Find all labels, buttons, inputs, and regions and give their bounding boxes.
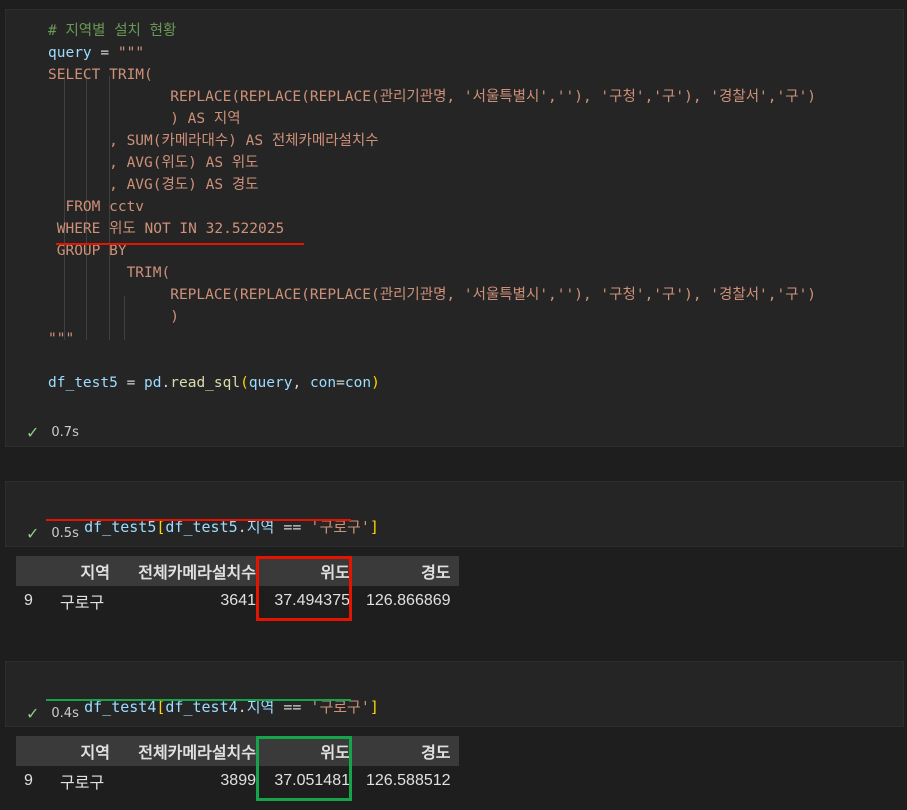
code-token: pd (144, 375, 162, 391)
code-token: df_test5 (48, 375, 118, 391)
column-header: 경도 (358, 556, 459, 586)
code-line: # 지역별 설치 현황 (48, 20, 816, 42)
count-cell: 3899 (220, 772, 256, 789)
code-token: = (91, 45, 118, 61)
column-header (16, 736, 52, 766)
code-token: """ (48, 331, 75, 347)
cell-status: ✓ 0.4s (26, 704, 79, 723)
code-token: TRIM( (48, 265, 171, 281)
code-line: ) AS 지역 (48, 108, 816, 130)
execution-time: 0.5s (51, 526, 79, 541)
code-token: """ (117, 45, 145, 61)
check-icon: ✓ (26, 423, 40, 442)
code-line: , SUM(카메라대수) AS 전체카메라설치수 (48, 130, 816, 152)
code-token: read_sql (170, 375, 241, 391)
dataframe-output: 지역 전체카메라설치수 위도 경도 9 구로구 3899 37.051481 1… (16, 736, 459, 796)
code-token: SELECT TRIM( (48, 67, 153, 83)
code-token: REPLACE(REPLACE(REPLACE(관리기관명, '서울특별시','… (48, 287, 817, 303)
code-token: ] (369, 698, 379, 716)
lng-cell: 126.866869 (366, 592, 451, 609)
table-header-row: 지역 전체카메라설치수 위도 경도 (16, 556, 459, 586)
red-highlight-box (256, 556, 352, 621)
code-line: query = """ (48, 42, 816, 64)
code-cell-1[interactable]: # 지역별 설치 현황 query = """ SELECT TRIM( REPLA… (5, 9, 904, 447)
red-underline (46, 519, 351, 521)
code-editor[interactable]: df_test4[df_test4.지역 == '구로구'] (48, 674, 379, 740)
row-index: 9 (24, 772, 33, 789)
code-token: = (117, 375, 145, 391)
check-icon: ✓ (26, 524, 40, 543)
code-token: FROM cctv (48, 199, 145, 215)
code-token: = (336, 375, 345, 391)
code-line: ) (48, 306, 816, 328)
code-token: ) (371, 375, 380, 391)
column-header: 전체카메라설치수 (118, 736, 264, 766)
region-cell: 구로구 (60, 775, 105, 792)
code-token: ) (48, 309, 179, 325)
code-token: con (344, 375, 372, 391)
code-line: , AVG(경도) AS 경도 (48, 174, 816, 196)
code-token: con (309, 375, 337, 391)
code-cell-2[interactable]: df_test5[df_test5.지역 == '구로구'] ✓ 0.5s (5, 481, 904, 547)
code-line: , AVG(위도) AS 위도 (48, 152, 816, 174)
code-cell-3[interactable]: df_test4[df_test4.지역 == '구로구'] ✓ 0.4s (5, 661, 904, 727)
column-header: 전체카메라설치수 (118, 556, 264, 586)
code-line: WHERE 위도 NOT IN 32.522025 (48, 218, 816, 240)
code-token: WHERE 위도 NOT IN 32.522025 (48, 221, 285, 237)
table-row: 9 구로구 3899 37.051481 126.588512 (16, 766, 459, 796)
table-row: 9 구로구 3641 37.494375 126.866869 (16, 586, 459, 616)
code-token: GROUP BY (48, 243, 127, 259)
check-icon: ✓ (26, 704, 40, 723)
region-cell: 구로구 (60, 595, 105, 612)
code-editor[interactable]: df_test5[df_test5.지역 == '구로구'] (48, 494, 379, 560)
code-line: REPLACE(REPLACE(REPLACE(관리기관명, '서울특별시','… (48, 284, 816, 306)
execution-time: 0.7s (51, 425, 79, 440)
code-token: # 지역별 설치 현황 (48, 23, 177, 39)
code-token: , AVG(경도) AS 경도 (48, 177, 259, 193)
count-cell: 3641 (220, 592, 256, 609)
red-underline (56, 243, 304, 245)
code-token: , SUM(카메라대수) AS 전체카메라설치수 (48, 133, 379, 149)
code-line: TRIM( (48, 262, 816, 284)
code-token: ] (369, 518, 379, 536)
code-token: ( (240, 375, 249, 391)
code-token: query (248, 375, 293, 391)
code-editor[interactable]: # 지역별 설치 현황 query = """ SELECT TRIM( REPLA… (48, 20, 816, 394)
code-token: ) AS 지역 (48, 111, 241, 127)
code-line: FROM cctv (48, 196, 816, 218)
code-line: SELECT TRIM( (48, 64, 816, 86)
code-line: df_test5 = pd.read_sql(query, con=con) (48, 372, 816, 394)
column-header: 지역 (52, 736, 118, 766)
green-highlight-box (256, 736, 352, 801)
code-line: """ (48, 328, 816, 350)
code-token: REPLACE(REPLACE(REPLACE(관리기관명, '서울특별시','… (48, 89, 817, 105)
dataframe-output: 지역 전체카메라설치수 위도 경도 9 구로구 3641 37.494375 1… (16, 556, 459, 616)
cell-status: ✓ 0.5s (26, 524, 79, 543)
column-header: 지역 (52, 556, 118, 586)
code-token: , AVG(위도) AS 위도 (48, 155, 259, 171)
code-token: query (48, 45, 92, 61)
code-token: , (292, 375, 310, 391)
column-header: 경도 (358, 736, 459, 766)
table-header-row: 지역 전체카메라설치수 위도 경도 (16, 736, 459, 766)
cell-status: ✓ 0.7s (26, 423, 79, 442)
code-line: REPLACE(REPLACE(REPLACE(관리기관명, '서울특별시','… (48, 86, 816, 108)
lng-cell: 126.588512 (366, 772, 451, 789)
execution-time: 0.4s (51, 706, 79, 721)
row-index: 9 (24, 592, 33, 609)
green-underline (46, 699, 351, 701)
code-token: . (161, 375, 171, 391)
column-header (16, 556, 52, 586)
